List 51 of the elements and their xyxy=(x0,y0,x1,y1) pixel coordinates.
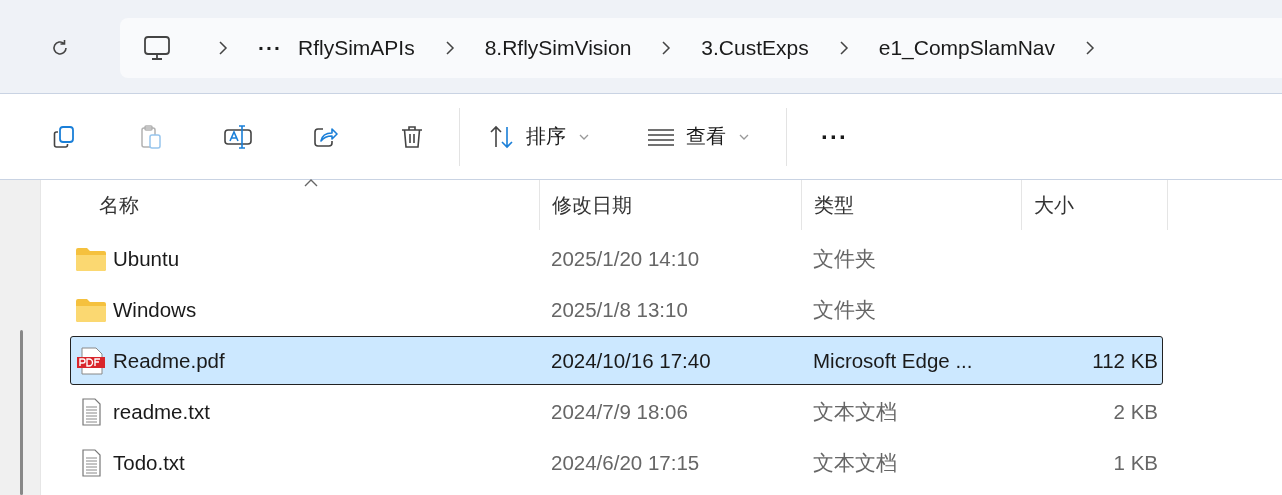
file-type: 文件夹 xyxy=(813,245,876,272)
dropdown-caret-icon xyxy=(738,132,750,141)
file-size: 112 KB xyxy=(1092,348,1158,373)
file-row[interactable]: Todo.txt 2024/6/20 17:15 文本文档 1 KB xyxy=(70,438,1163,487)
column-header[interactable]: 类型 xyxy=(802,180,1022,230)
column-header[interactable]: 大小 xyxy=(1022,180,1168,230)
column-label: 大小 xyxy=(1034,192,1074,218)
breadcrumb-item[interactable]: RflySimAPIs xyxy=(290,35,423,60)
dropdown-caret-icon xyxy=(578,132,590,141)
file-row[interactable]: Readme.pdf 2024/10/16 17:40 Microsoft Edge ... 112 KB xyxy=(70,336,1163,385)
file-name: readme.txt xyxy=(113,399,210,424)
pdf-file-icon xyxy=(75,346,107,375)
chevron-icon[interactable] xyxy=(1083,39,1097,56)
breadcrumb-item[interactable]: 8.RflySimVision xyxy=(476,35,640,60)
file-type: 文本文档 xyxy=(813,398,897,425)
file-name: Windows xyxy=(113,297,197,322)
column-header[interactable]: 修改日期 xyxy=(540,180,802,230)
more-options-button[interactable]: ··· xyxy=(817,122,852,151)
file-name: Readme.pdf xyxy=(113,348,225,373)
file-row[interactable]: readme.txt 2024/7/9 18:06 文本文档 2 KB xyxy=(70,387,1163,436)
breadcrumb-overflow[interactable]: ··· xyxy=(250,35,290,60)
file-type: Microsoft Edge ... xyxy=(813,348,973,373)
rename-icon xyxy=(222,122,254,151)
file-name: Ubuntu xyxy=(113,246,180,271)
modified-date: 2024/10/16 17:40 xyxy=(551,348,711,373)
breadcrumb-item[interactable]: e1_CompSlamNav xyxy=(870,35,1063,60)
modified-date: 2024/7/9 18:06 xyxy=(551,399,688,424)
sort-arrows-icon xyxy=(488,123,516,150)
address-bar[interactable]: ··· RflySimAPIs 8.RflySimVision 3.CustExps e1_CompSlamNav xyxy=(120,17,1282,78)
chevron-icon xyxy=(216,39,230,56)
column-label: 类型 xyxy=(814,192,854,218)
modified-date: 2025/1/20 14:10 xyxy=(551,246,700,271)
scrollbar[interactable] xyxy=(20,330,23,495)
view-menu-button[interactable]: 查看 xyxy=(646,123,750,150)
file-type: 文件夹 xyxy=(813,296,876,323)
file-size: 1 KB xyxy=(1113,450,1158,475)
column-label: 修改日期 xyxy=(552,192,632,218)
file-row[interactable]: Windows 2025/1/8 13:10 文件夹 xyxy=(70,285,1163,334)
file-name: Todo.txt xyxy=(113,450,185,475)
column-label: 名称 xyxy=(99,192,139,218)
modified-date: 2024/6/20 17:15 xyxy=(551,450,700,475)
breadcrumb-item[interactable]: 3.CustExps xyxy=(693,35,817,60)
column-header[interactable]: 名称 xyxy=(71,180,540,230)
sort-menu-button[interactable]: 排序 xyxy=(488,123,590,150)
folder-icon xyxy=(75,245,107,272)
list-lines-icon xyxy=(646,126,676,147)
file-type: 文本文档 xyxy=(813,449,897,476)
file-size: 2 KB xyxy=(1113,399,1158,424)
modified-date: 2025/1/8 13:10 xyxy=(551,297,688,322)
file-row[interactable]: Ubuntu 2025/1/20 14:10 文件夹 xyxy=(70,234,1163,283)
folder-icon xyxy=(75,296,107,323)
